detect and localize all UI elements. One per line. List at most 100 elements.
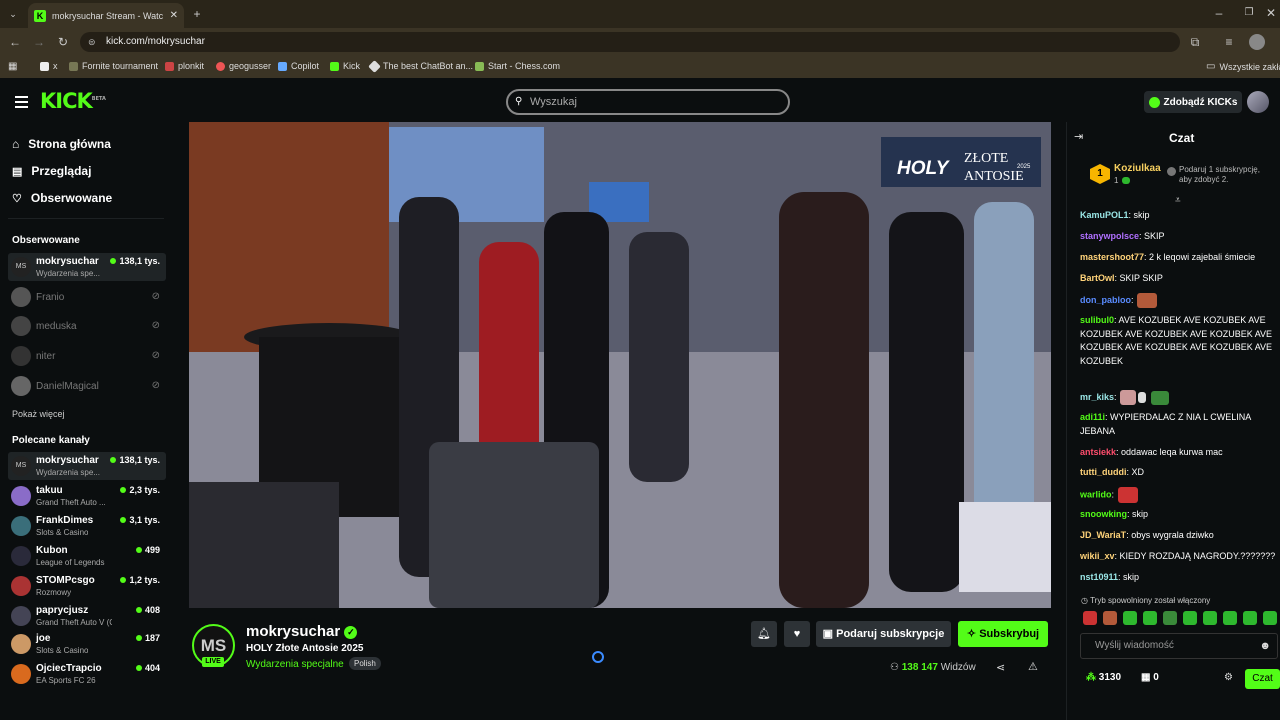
emote-icon[interactable]	[1203, 611, 1217, 625]
bookmark-chess[interactable]: Start - Chess.com	[475, 61, 560, 71]
emote-icon[interactable]	[1103, 611, 1117, 625]
streamer-name[interactable]: mokrysuchar ✓	[246, 623, 358, 640]
chat-message-input[interactable]: Wyślij wiadomość ☻	[1080, 633, 1278, 659]
gift-subscriptions-button[interactable]: ▣ Podaruj subskrypcje	[816, 621, 951, 647]
followed-channel-meduska[interactable]: meduska ⊘	[8, 312, 166, 340]
recommended-channel[interactable]: STOMPcsgo Rozmowy 1,2 tys.	[8, 572, 166, 600]
recommended-channel[interactable]: Kubon League of Legends 499	[8, 542, 166, 570]
nav-following[interactable]: ♡ Obserwowane	[12, 191, 112, 205]
report-icon[interactable]: ⚠	[1028, 660, 1038, 673]
apps-icon[interactable]: ▦	[8, 61, 17, 72]
chat-username[interactable]: snoowking	[1080, 509, 1127, 519]
chat-username[interactable]: wikii_xv	[1080, 551, 1115, 561]
chat-username[interactable]: stanywpolsce	[1080, 231, 1139, 241]
gift-counter[interactable]: ▦ 0	[1141, 672, 1159, 683]
notifications-button[interactable]: 🔔︎	[751, 621, 777, 647]
emote-icon[interactable]	[1223, 611, 1237, 625]
bookmark-geogusser[interactable]: geogusser	[216, 61, 271, 71]
recommended-channel[interactable]: takuu Grand Theft Auto ... 2,3 tys.	[8, 482, 166, 510]
stream-category-link[interactable]: Wydarzenia specjalne	[246, 659, 344, 670]
kick-logo[interactable]: KICKBETA	[40, 89, 106, 113]
chat-text: KIEDY ROZDAJĄ NAGRODY.???????	[1119, 551, 1276, 561]
profile-avatar[interactable]	[1249, 34, 1265, 50]
bookmark-label: Wszystkie zakład	[1219, 61, 1280, 72]
bookmark-kick[interactable]: Kick	[330, 61, 360, 71]
bookmarks-folder[interactable]: ▭Wszystkie zakład	[1206, 61, 1280, 72]
chat-username[interactable]: adi11i	[1080, 412, 1105, 422]
chat-username[interactable]: nst10911	[1080, 572, 1118, 582]
emote-icon[interactable]	[1083, 611, 1097, 625]
tab-list-icon[interactable]: ⌄	[6, 7, 20, 21]
address-bar[interactable]: ⊜ kick.com/mokrysuchar	[80, 32, 1180, 52]
share-icon[interactable]: ⋖	[996, 661, 1005, 674]
followed-channel-niter[interactable]: niter ⊘	[8, 342, 166, 370]
nav-browse[interactable]: ▤ Przeglądaj	[12, 164, 91, 178]
heart-icon: ♥	[793, 628, 801, 640]
chat-username[interactable]: JD_WariaT	[1080, 530, 1126, 540]
window-close-icon[interactable]: ✕	[1264, 6, 1278, 20]
follow-button[interactable]: ♥	[784, 621, 810, 647]
bookmark-copilot[interactable]: Copilot	[278, 61, 319, 71]
chat-message: nst10911: skip	[1080, 572, 1140, 582]
emote-icon[interactable]	[1143, 611, 1157, 625]
media-icon[interactable]: ≡	[1222, 35, 1236, 49]
maximize-icon[interactable]: ❐	[1242, 6, 1256, 20]
new-tab-icon[interactable]: +	[190, 7, 204, 21]
chat-username[interactable]: sulibul0	[1080, 315, 1114, 325]
subscribe-button[interactable]: ✧ Subskrybuj	[958, 621, 1048, 647]
recommended-channel[interactable]: paprycjusz Grand Theft Auto V (G... 408	[8, 602, 166, 630]
collapse-chat-icon[interactable]: ⇥	[1074, 130, 1083, 143]
followed-channel-danielmagical[interactable]: DanielMagical ⊘	[8, 372, 166, 400]
forward-icon[interactable]: →	[32, 35, 46, 49]
reload-icon[interactable]: ↻	[56, 35, 70, 49]
tab-close-icon[interactable]: ✕	[170, 10, 178, 21]
channel-category: Slots & Casino	[36, 528, 89, 537]
video-player[interactable]: HOLY ZŁOTE ANTOSIE 2025	[189, 122, 1051, 608]
user-avatar[interactable]	[1247, 91, 1269, 113]
chat-username[interactable]: KamuPOL1	[1080, 210, 1129, 220]
channel-viewers: 2,3 tys.	[120, 485, 160, 495]
chat-username[interactable]: warlido	[1080, 489, 1112, 499]
followed-channel-mokrysuchar[interactable]: MS mokrysuchar Wydarzenia spe... 138,1 t…	[8, 253, 166, 281]
emote-icon[interactable]	[1263, 611, 1277, 625]
chat-username[interactable]: tutti_duddi	[1080, 467, 1127, 477]
recommended-channel[interactable]: FrankDimes Slots & Casino 3,1 tys.	[8, 512, 166, 540]
show-more-link[interactable]: Pokaż więcej	[12, 409, 65, 419]
followed-channel-franio[interactable]: Franio ⊘	[8, 283, 166, 311]
language-tag[interactable]: Polish	[349, 657, 381, 670]
nav-home[interactable]: ⌂ Strona główna	[12, 137, 111, 151]
chat-settings-icon[interactable]: ⚙	[1224, 672, 1233, 683]
emoji-icon[interactable]: ☻	[1259, 634, 1271, 658]
emote-icon[interactable]	[1243, 611, 1257, 625]
bookmark-plonkit[interactable]: plonkit	[165, 61, 204, 71]
browser-tab[interactable]: K mokrysuchar Stream - Watc ✕	[28, 3, 184, 28]
chat-username[interactable]: BartOwl	[1080, 273, 1115, 283]
bookmark-chatbot[interactable]: The best ChatBot an...	[368, 59, 473, 73]
emote-bar	[1082, 611, 1278, 627]
site-info-icon[interactable]: ⊜	[88, 32, 96, 52]
minimize-icon[interactable]: –	[1212, 6, 1226, 20]
emote-icon[interactable]	[1183, 611, 1197, 625]
bookmark-fortnite[interactable]: Fornite tournament	[69, 61, 158, 71]
url-text: kick.com/mokrysuchar	[106, 36, 205, 47]
emote-icon[interactable]	[1163, 611, 1177, 625]
bookmark-x[interactable]: x	[40, 61, 58, 71]
chat-username[interactable]: mastershoot77	[1080, 252, 1144, 262]
channel-points[interactable]: ⁂ 3130	[1086, 672, 1121, 683]
back-icon[interactable]: ←	[8, 35, 22, 49]
extensions-icon[interactable]: ⧉	[1188, 35, 1202, 49]
emote-icon[interactable]	[1123, 611, 1137, 625]
get-kicks-button[interactable]: Zdobądź KICKs	[1144, 91, 1242, 113]
chat-username[interactable]: mr_kiks	[1080, 392, 1114, 402]
expand-pinned-icon[interactable]: ⩡	[1175, 195, 1181, 206]
recommended-channel[interactable]: MS mokrysuchar Wydarzenia spe... 138,1 t…	[8, 452, 166, 480]
top-gifter-name[interactable]: Koziulkaa	[1114, 163, 1161, 174]
menu-icon[interactable]	[15, 96, 28, 108]
recommended-channel[interactable]: OjciecTrapcio EA Sports FC 26 404	[8, 660, 166, 688]
chat-send-button[interactable]: Czat	[1245, 669, 1280, 689]
chat-username[interactable]: don_pabloo	[1080, 295, 1131, 305]
search-input[interactable]: ⚲ Wyszukaj	[506, 89, 790, 115]
kick-favicon-icon: K	[34, 9, 46, 22]
recommended-channel[interactable]: joe Slots & Casino 187	[8, 630, 166, 658]
chat-username[interactable]: antsiekk	[1080, 447, 1116, 457]
